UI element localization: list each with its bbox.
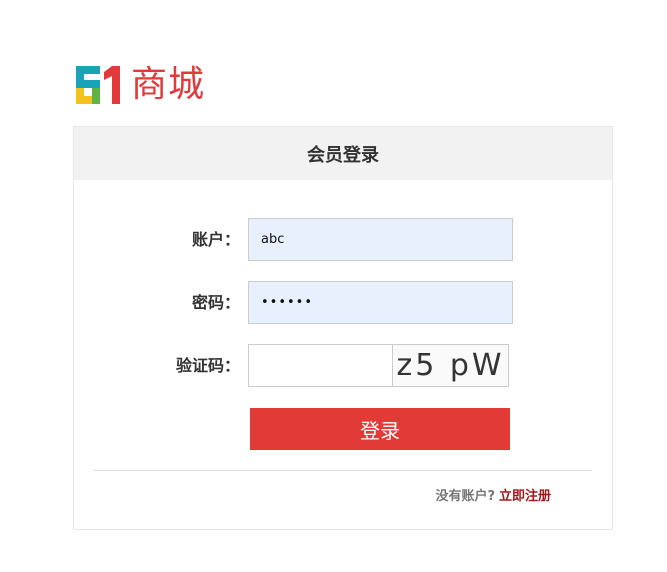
- site-logo[interactable]: 商城: [74, 64, 205, 106]
- login-button[interactable]: 登录: [250, 408, 510, 450]
- captcha-label: 验证码：: [175, 356, 240, 375]
- panel-header: 会员登录: [74, 127, 612, 180]
- captcha-input[interactable]: [248, 344, 393, 387]
- captcha-text: z5 pW: [396, 348, 505, 383]
- captcha-image[interactable]: z5 pW: [392, 344, 509, 387]
- password-input[interactable]: [248, 281, 513, 324]
- password-label: 密码：: [191, 293, 240, 312]
- login-panel: 会员登录 账户： 密码： 验证码： z5 pW 登录 没有账户? 立即注册: [73, 126, 613, 530]
- account-label: 账户：: [191, 230, 240, 249]
- register-hint: 没有账户?: [435, 489, 495, 504]
- register-area: 没有账户? 立即注册: [435, 485, 551, 504]
- captcha-row: 验证码： z5 pW: [74, 344, 612, 387]
- account-row: 账户：: [74, 218, 612, 261]
- panel-title: 会员登录: [307, 144, 379, 166]
- logo-text: 商城: [131, 64, 206, 105]
- logo-51-mark-icon: [76, 66, 120, 104]
- register-link[interactable]: 立即注册: [499, 489, 551, 504]
- account-input[interactable]: [248, 218, 513, 261]
- password-row: 密码：: [74, 281, 612, 324]
- divider: [94, 470, 592, 471]
